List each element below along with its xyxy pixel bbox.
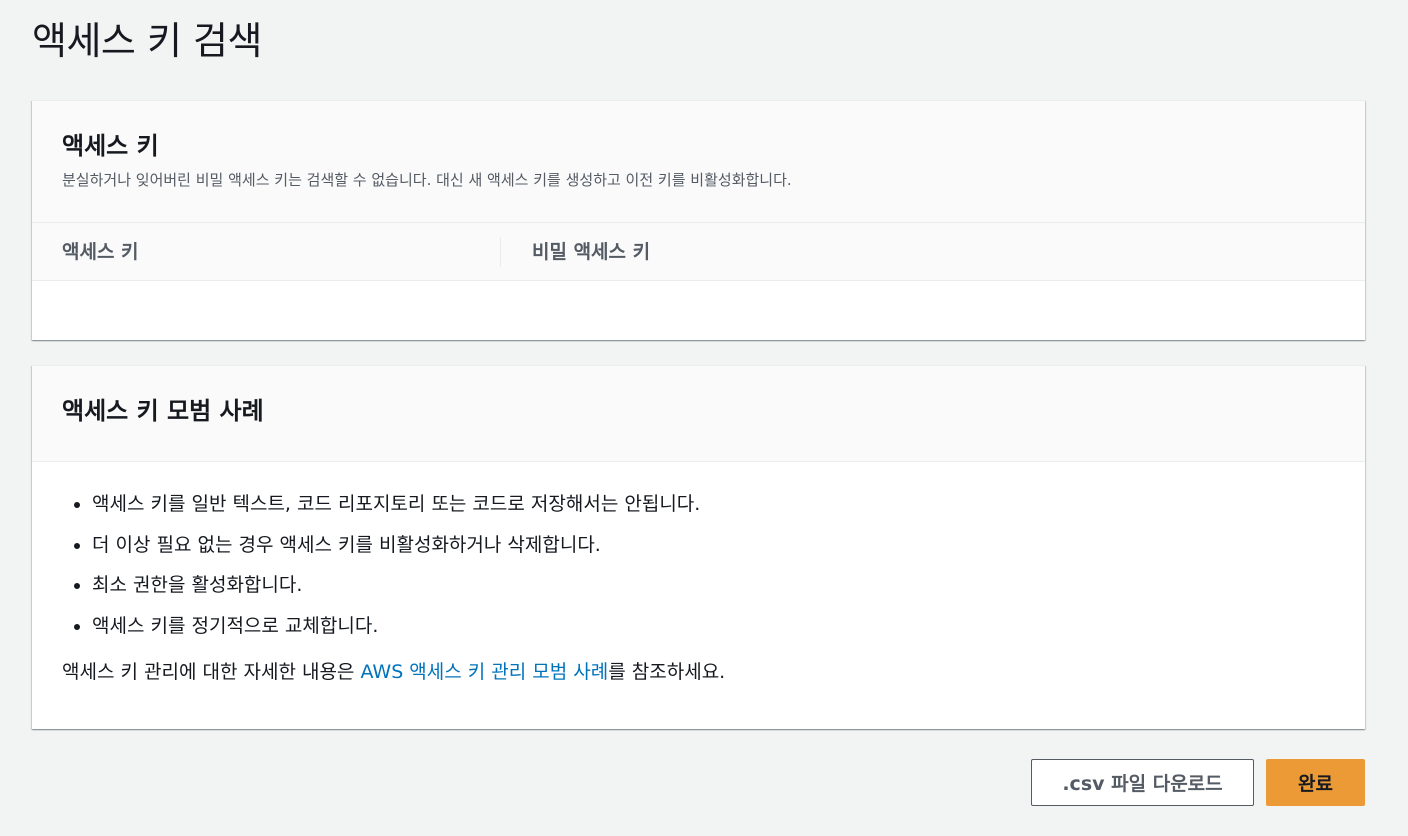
best-practices-footnote: 액세스 키 관리에 대한 자세한 내용은 AWS 액세스 키 관리 모범 사례를… [62,652,1335,692]
access-keys-panel-description: 분실하거나 잊어버린 비밀 액세스 키는 검색할 수 없습니다. 대신 새 액세… [62,171,792,189]
download-csv-button[interactable]: .csv 파일 다운로드 [1031,759,1254,806]
done-button[interactable]: 완료 [1266,759,1365,806]
list-item: 액세스 키를 정기적으로 교체합니다. [92,606,1335,647]
access-keys-panel-header: 액세스 키 분실하거나 잊어버린 비밀 액세스 키는 검색할 수 없습니다. 대… [32,101,1365,223]
column-header-secret-access-key: 비밀 액세스 키 [532,240,651,263]
access-keys-panel-title: 액세스 키 [62,132,159,160]
best-practices-panel-header: 액세스 키 모범 사례 [32,366,1365,462]
footnote-text-after: 를 참조하세요. [608,661,726,683]
best-practices-panel: 액세스 키 모범 사례 액세스 키를 일반 텍스트, 코드 리포지토리 또는 코… [32,365,1365,729]
list-item: 최소 권한을 활성화합니다. [92,565,1335,606]
list-item: 액세스 키를 일반 텍스트, 코드 리포지토리 또는 코드로 저장해서는 안됩니… [92,484,1335,525]
best-practices-list: 액세스 키를 일반 텍스트, 코드 리포지토리 또는 코드로 저장해서는 안됩니… [62,484,1335,646]
footnote-text-before: 액세스 키 관리에 대한 자세한 내용은 [62,661,361,683]
best-practices-panel-body: 액세스 키를 일반 텍스트, 코드 리포지토리 또는 코드로 저장해서는 안됩니… [32,462,1365,692]
access-keys-table-body [32,281,1365,339]
best-practices-panel-title: 액세스 키 모범 사례 [62,397,264,425]
best-practices-guide-link[interactable]: AWS 액세스 키 관리 모범 사례 [360,661,608,683]
access-keys-panel: 액세스 키 분실하거나 잊어버린 비밀 액세스 키는 검색할 수 없습니다. 대… [32,100,1365,340]
column-header-access-key: 액세스 키 [32,236,501,267]
page-title: 액세스 키 검색 [32,19,262,63]
list-item: 더 이상 필요 없는 경우 액세스 키를 비활성화하거나 삭제합니다. [92,525,1335,566]
access-keys-table-header: 액세스 키 비밀 액세스 키 [32,223,1365,281]
